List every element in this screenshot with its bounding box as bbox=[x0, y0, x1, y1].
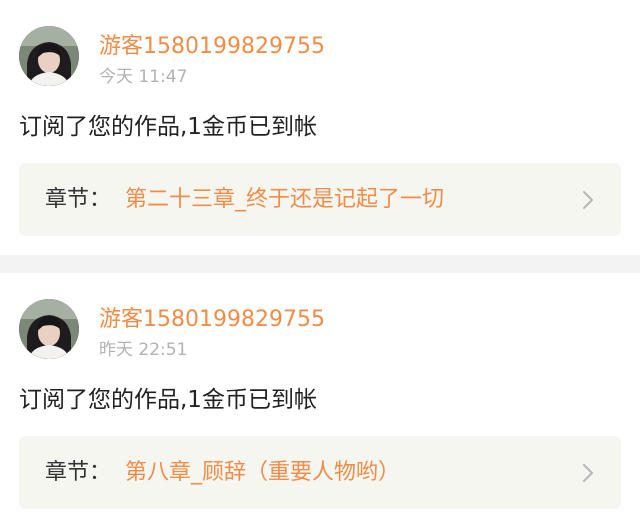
notification-message: 订阅了您的作品,1金币已到帐 bbox=[19, 387, 317, 413]
user-avatar-icon bbox=[19, 299, 79, 359]
notification-card: 游客1580199829755 昨天 22:51 订阅了您的作品,1金币已到帐 … bbox=[0, 255, 640, 528]
chapter-link[interactable]: 章节： 第八章_顾辞（重要人物哟） bbox=[19, 436, 621, 509]
chapter-title[interactable]: 第八章_顾辞（重要人物哟） bbox=[125, 458, 400, 487]
timestamp: 昨天 22:51 bbox=[99, 340, 188, 360]
chapter-label: 章节： bbox=[45, 460, 112, 485]
user-avatar-icon bbox=[19, 26, 79, 86]
chevron-right-icon bbox=[580, 188, 596, 212]
username[interactable]: 游客1580199829755 bbox=[99, 33, 325, 61]
chapter-title[interactable]: 第二十三章_终于还是记起了一切 bbox=[125, 185, 444, 214]
chevron-right-icon bbox=[580, 461, 596, 485]
notification-feed: 游客1580199829755 今天 11:47 订阅了您的作品,1金币已到帐 … bbox=[0, 0, 640, 528]
timestamp: 今天 11:47 bbox=[99, 67, 188, 87]
chapter-link[interactable]: 章节： 第二十三章_终于还是记起了一切 bbox=[19, 163, 621, 236]
username[interactable]: 游客1580199829755 bbox=[99, 306, 325, 334]
avatar[interactable] bbox=[19, 26, 79, 86]
avatar[interactable] bbox=[19, 299, 79, 359]
notification-card: 游客1580199829755 今天 11:47 订阅了您的作品,1金币已到帐 … bbox=[0, 0, 640, 255]
notification-message: 订阅了您的作品,1金币已到帐 bbox=[19, 114, 317, 140]
chapter-label: 章节： bbox=[45, 187, 112, 212]
